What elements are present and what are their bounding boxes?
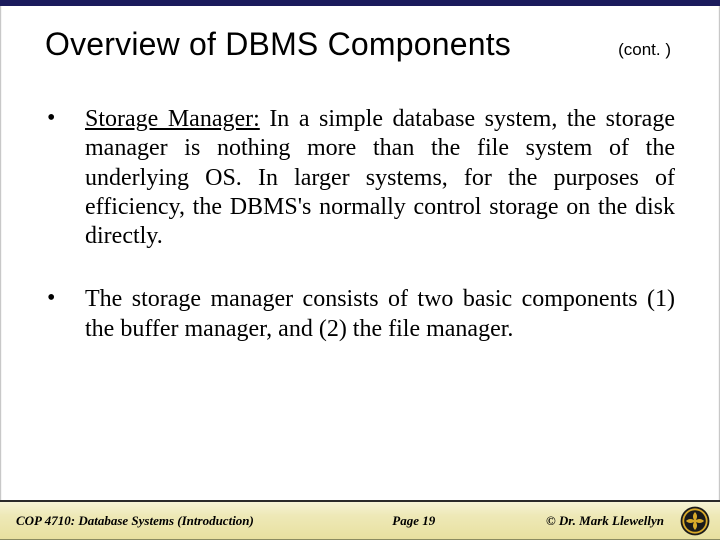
bullet-text: Storage Manager: In a simple database sy… [85, 105, 675, 251]
bullet-dot: • [45, 285, 85, 344]
slide-body: Overview of DBMS Components (cont. ) • S… [0, 6, 720, 500]
list-item: • The storage manager consists of two ba… [45, 285, 675, 344]
slide-footer: COP 4710: Database Systems (Introduction… [0, 500, 720, 540]
footer-copyright: © Dr. Mark Llewellyn [546, 513, 672, 529]
footer-page: Page 19 [392, 513, 435, 529]
bullet-list: • Storage Manager: In a simple database … [45, 105, 675, 344]
bullet-dot: • [45, 105, 85, 251]
slide-title: Overview of DBMS Components [45, 26, 511, 63]
ucf-logo-icon [680, 506, 710, 536]
list-item: • Storage Manager: In a simple database … [45, 105, 675, 251]
continued-marker: (cont. ) [618, 40, 675, 60]
bullet-text: The storage manager consists of two basi… [85, 285, 675, 344]
bullet-body: The storage manager consists of two basi… [85, 286, 675, 341]
footer-course: COP 4710: Database Systems (Introduction… [0, 513, 254, 529]
bullet-lead: Storage Manager: [85, 106, 260, 132]
title-row: Overview of DBMS Components (cont. ) [45, 26, 675, 63]
